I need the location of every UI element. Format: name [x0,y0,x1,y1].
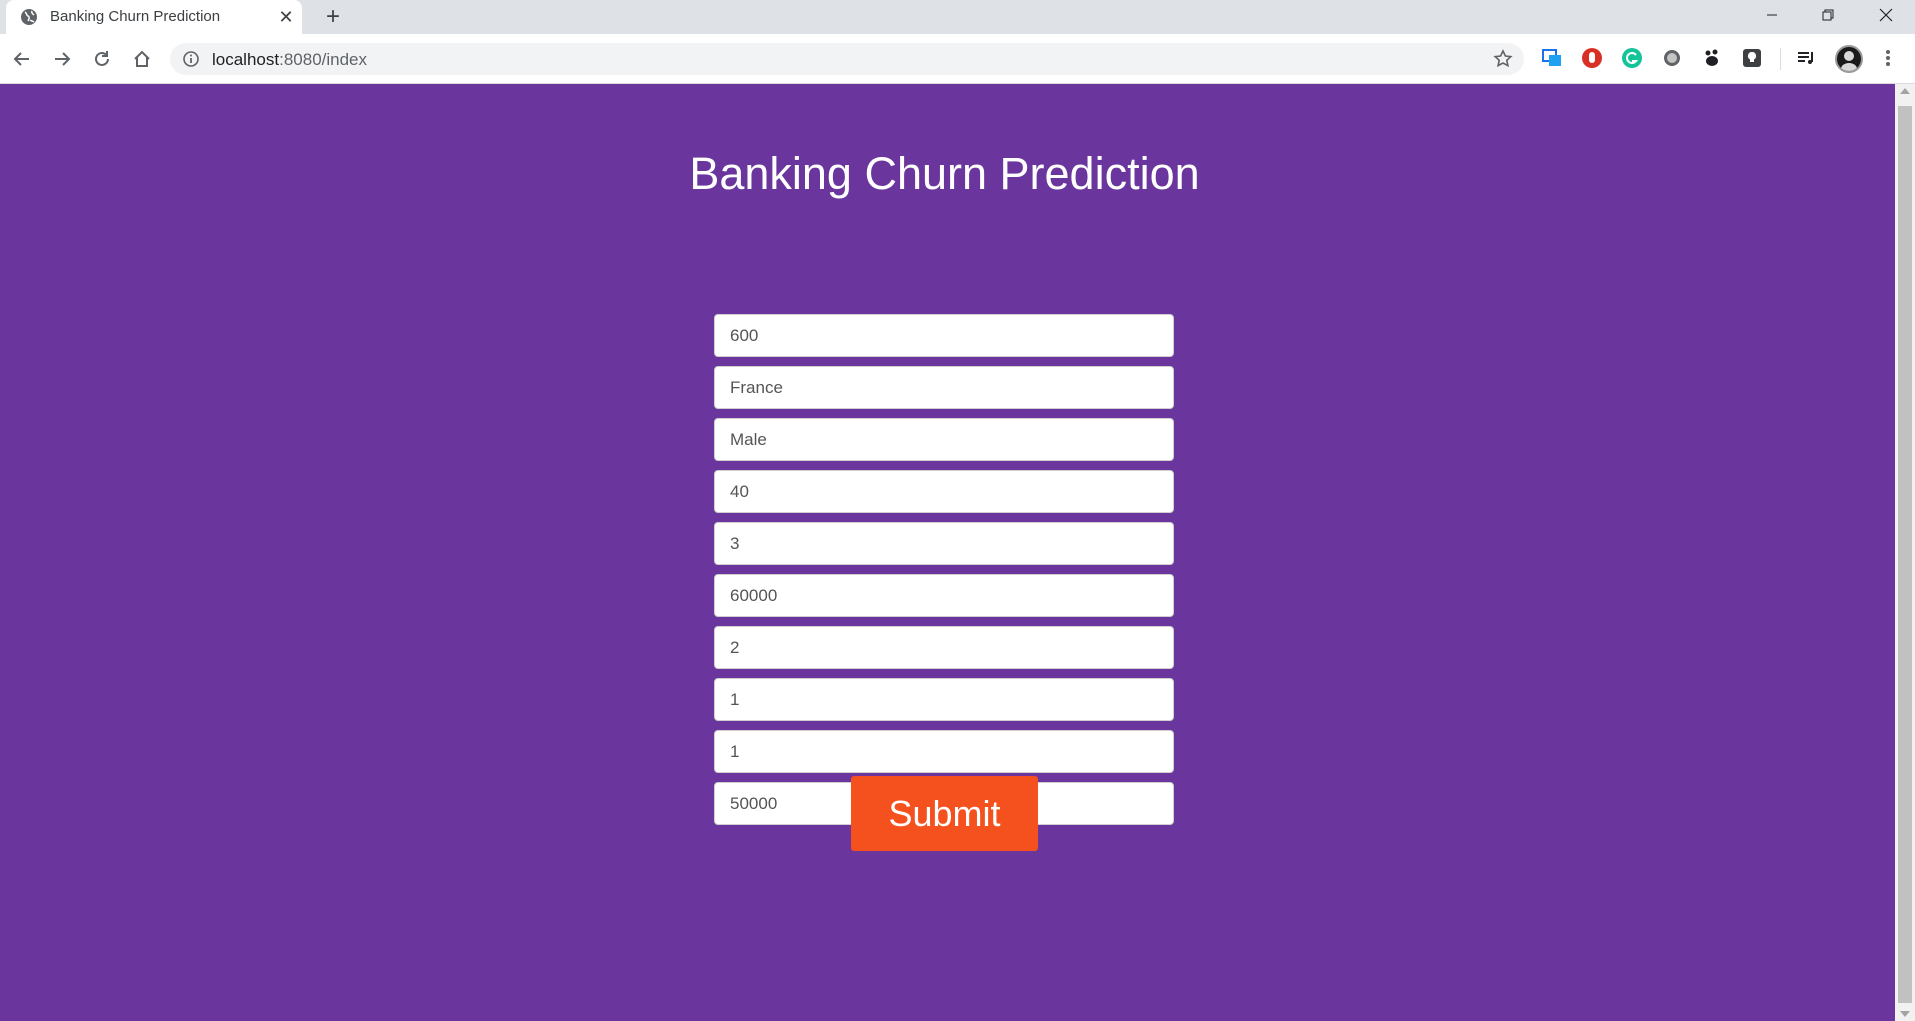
form-field-3[interactable] [714,418,1174,461]
submit-button[interactable]: Submit [851,776,1038,851]
url-path: :8080/index [279,50,368,69]
tab-strip: Banking Churn Prediction ✕ + [0,0,1915,34]
form-field-7[interactable] [714,626,1174,669]
form-field-6[interactable] [714,574,1174,617]
back-button[interactable] [9,46,35,72]
tab-title: Banking Churn Prediction [50,8,221,25]
restore-button[interactable] [1800,0,1856,30]
minimize-icon [1767,14,1777,16]
browser-toolbar: localhost:8080/index [0,34,1915,84]
form-field-5[interactable] [714,522,1174,565]
media-queue-icon [1798,52,1813,64]
scroll-thumb[interactable] [1898,106,1912,1003]
address-bar[interactable]: localhost:8080/index [170,43,1524,75]
toolbar-divider [1780,48,1781,70]
info-icon[interactable] [182,50,200,68]
browser-tab[interactable]: Banking Churn Prediction ✕ [6,0,302,34]
arrow-left-icon [13,52,29,66]
tab-close-icon[interactable]: ✕ [276,7,296,27]
form-field-2[interactable] [714,366,1174,409]
avatar-icon [1841,51,1857,71]
globe-icon [21,9,37,25]
extension-paw-icon[interactable] [1700,46,1724,70]
minimize-button[interactable] [1744,0,1800,30]
forward-button[interactable] [49,46,75,72]
kebab-menu-icon [1886,50,1890,66]
home-button[interactable] [129,46,155,72]
page-title: Banking Churn Prediction [689,148,1200,199]
form-field-8[interactable] [714,678,1174,721]
close-window-button[interactable] [1858,0,1914,30]
media-control-button[interactable] [1794,46,1818,70]
reload-icon [95,51,109,66]
extension-screen-icon[interactable] [1540,46,1564,70]
browser-menu-button[interactable] [1876,46,1900,70]
close-icon [1879,8,1893,22]
extension-hand-icon[interactable] [1580,46,1604,70]
form-field-9[interactable] [714,730,1174,773]
form-field-4[interactable] [714,470,1174,513]
restore-icon [1822,9,1834,21]
extension-bulb-icon[interactable] [1740,46,1764,70]
url-text[interactable]: localhost:8080/index [212,50,367,70]
profile-avatar[interactable] [1835,45,1863,73]
grammarly-icon[interactable] [1620,46,1644,70]
url-host: localhost [212,50,280,69]
scroll-up-arrow-icon[interactable] [1900,88,1910,94]
reload-button[interactable] [89,46,115,72]
star-icon[interactable] [1492,48,1514,70]
new-tab-button[interactable]: + [320,4,346,30]
page-scrollbar[interactable] [1895,84,1915,1021]
arrow-right-icon [55,52,71,66]
form-field-1[interactable] [714,314,1174,357]
home-icon [134,50,150,67]
scroll-down-arrow-icon[interactable] [1900,1011,1910,1017]
extension-circle-icon[interactable] [1660,46,1684,70]
